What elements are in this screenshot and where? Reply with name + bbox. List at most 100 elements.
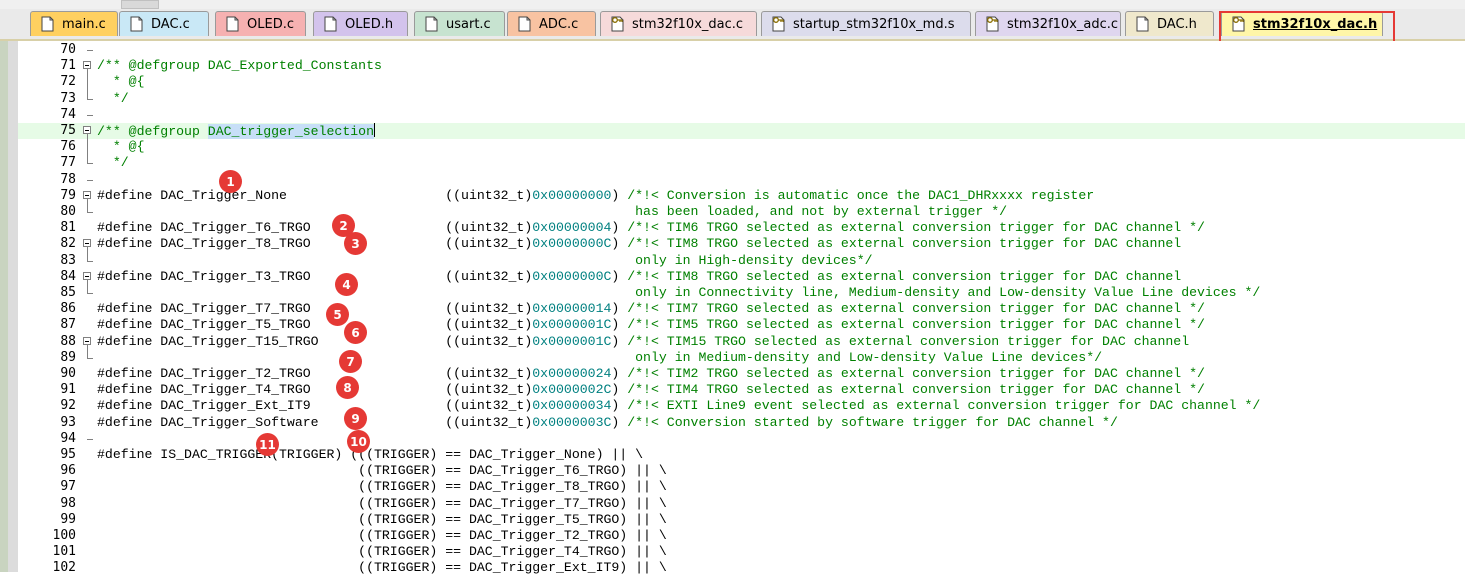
fold-collapse-icon[interactable] <box>83 126 91 134</box>
tab-dac-h[interactable]: DAC.h <box>1125 11 1214 36</box>
file-icon <box>425 16 438 32</box>
key-file-icon <box>986 16 999 32</box>
code-line[interactable]: 97 ((TRIGGER) == DAC_Trigger_T8_TRGO) ||… <box>18 479 1465 495</box>
tab-stm32f10x-adc-c[interactable]: stm32f10x_adc.c <box>975 11 1121 36</box>
code-text: #define DAC_Trigger_None ((uint32_t)0x00… <box>97 187 1095 203</box>
code-line[interactable]: 89 only in Medium-density and Low-densit… <box>18 350 1465 366</box>
file-icon <box>226 16 239 32</box>
code-line[interactable]: 87 #define DAC_Trigger_T5_TRGO ((uint32_t… <box>18 317 1465 333</box>
code-text: ((TRIGGER) == DAC_Trigger_T5_TRGO) || \ <box>97 511 667 527</box>
annotation-marker-3: 3 <box>344 232 367 255</box>
code-text: ((TRIGGER) == DAC_Trigger_T6_TRGO) || \ <box>97 463 667 479</box>
code-text: ((TRIGGER) == DAC_Trigger_T2_TRGO) || \ <box>97 528 667 543</box>
tab-dac-c[interactable]: DAC.c <box>119 11 209 36</box>
line-number: 98 <box>60 495 76 511</box>
code-text: #define DAC_Trigger_T5_TRGO ((uint32_t)0… <box>97 317 1205 333</box>
fold-collapse-icon[interactable] <box>83 61 91 70</box>
line-number: 99 <box>60 511 76 527</box>
code-line[interactable]: 76 * @{ <box>18 139 1465 155</box>
scrollbar-stub[interactable] <box>121 0 159 9</box>
tab-stm32f10x-dac-c[interactable]: stm32f10x_dac.c <box>600 11 757 36</box>
code-text: * @{ <box>97 139 145 155</box>
fold-collapse-icon[interactable] <box>83 336 91 345</box>
code-line[interactable]: 84 #define DAC_Trigger_T3_TRGO ((uint32_t… <box>18 269 1465 285</box>
fold-collapse-icon[interactable] <box>83 271 91 280</box>
code-line[interactable]: 102 ((TRIGGER) == DAC_Trigger_Ext_IT9) |… <box>18 560 1465 576</box>
code-line[interactable]: 93 #define DAC_Trigger_Software ((uint32_… <box>18 415 1465 431</box>
code-line[interactable]: 74 <box>18 107 1465 123</box>
line-number: 72 <box>60 74 76 90</box>
annotation-marker-1: 1 <box>219 170 242 193</box>
code-line[interactable]: 70 <box>18 42 1465 58</box>
line-number: 82 <box>60 236 76 252</box>
line-number: 90 <box>60 366 76 381</box>
tab-label: main.c <box>62 16 106 32</box>
code-editor[interactable]: 70 71/** @defgroup DAC_Exported_Constants… <box>0 41 1465 575</box>
tab-label: startup_stm32f10x_md.s <box>793 16 955 32</box>
line-number: 75 <box>60 123 76 138</box>
code-line[interactable]: 83 only in High-density devices*/ <box>18 253 1465 269</box>
code-text: has been loaded, and not by external tri… <box>97 204 1008 219</box>
line-number: 100 <box>52 528 76 543</box>
code-line[interactable]: 71 /** @defgroup DAC_Exported_Constants <box>18 58 1465 74</box>
code-text: #define DAC_Trigger_T4_TRGO ((uint32_t)0… <box>97 382 1205 398</box>
tab-startup-stm32f10x-md-s[interactable]: startup_stm32f10x_md.s <box>761 11 971 36</box>
code-line[interactable]: 80 has been loaded, and not by external … <box>18 204 1465 220</box>
code-line[interactable]: 82 #define DAC_Trigger_T8_TRGO ((uint32_t… <box>18 236 1465 252</box>
code-line[interactable]: 73 */ <box>18 91 1465 107</box>
code-line[interactable]: 98 ((TRIGGER) == DAC_Trigger_T7_TRGO) ||… <box>18 496 1465 512</box>
code-text: #define DAC_Trigger_Software ((uint32_t)… <box>97 414 1118 430</box>
fold-collapse-icon[interactable] <box>83 190 91 199</box>
file-tab-bar: main.c DAC.c OLED.c OLED.h usart.c ADC.c stm32… <box>0 9 1465 41</box>
code-line[interactable]: 101 ((TRIGGER) == DAC_Trigger_T4_TRGO) |… <box>18 544 1465 560</box>
code-line[interactable]: 81 #define DAC_Trigger_T6_TRGO ((uint32_t… <box>18 220 1465 236</box>
code-text: #define DAC_Trigger_T15_TRGO ((uint32_t)… <box>97 333 1190 349</box>
fold-collapse-icon[interactable] <box>83 239 91 248</box>
margin-tick <box>87 438 93 440</box>
code-line[interactable]: 88 #define DAC_Trigger_T15_TRGO ((uint32_… <box>18 334 1465 350</box>
tab-stm32f10x-dac-h[interactable]: stm32f10x_dac.h <box>1221 11 1383 36</box>
line-number: 92 <box>60 398 76 414</box>
code-line[interactable]: 92 #define DAC_Trigger_Ext_IT9 ((uint32_t… <box>18 398 1465 414</box>
code-text: #define DAC_Trigger_Ext_IT9 ((uint32_t)0… <box>97 398 1261 414</box>
fold-end-tick <box>87 163 93 165</box>
code-text: */ <box>97 90 129 106</box>
tab-oled-c[interactable]: OLED.c <box>215 11 306 36</box>
line-number: 95 <box>60 447 76 462</box>
code-line[interactable]: 96 ((TRIGGER) == DAC_Trigger_T6_TRGO) ||… <box>18 463 1465 479</box>
code-text: ((TRIGGER) == DAC_Trigger_T8_TRGO) || \ <box>97 479 667 495</box>
code-line[interactable]: 75 /** @defgroup DAC_trigger_selection <box>18 123 1465 140</box>
line-number: 86 <box>60 301 76 317</box>
line-number: 74 <box>60 106 76 122</box>
annotation-marker-5: 5 <box>326 303 349 326</box>
tab-label: DAC.c <box>151 16 190 32</box>
line-number: 87 <box>60 317 76 333</box>
code-line[interactable]: 99 ((TRIGGER) == DAC_Trigger_T5_TRGO) ||… <box>18 512 1465 528</box>
code-text: ((TRIGGER) == DAC_Trigger_T4_TRGO) || \ <box>97 544 667 560</box>
line-number: 76 <box>60 139 76 155</box>
fold-guide-line <box>87 134 88 164</box>
code-line[interactable]: 90 #define DAC_Trigger_T2_TRGO ((uint32_t… <box>18 366 1465 382</box>
line-number: 78 <box>60 171 76 187</box>
fold-guide-line <box>87 69 88 99</box>
tab-adc-c[interactable]: ADC.c <box>507 11 596 36</box>
fold-end-tick <box>87 260 93 262</box>
line-number: 96 <box>60 463 76 479</box>
tab-oled-h[interactable]: OLED.h <box>313 11 408 36</box>
code-line[interactable]: 95 #define IS_DAC_TRIGGER(TRIGGER) (((TRI… <box>18 447 1465 463</box>
code-line[interactable]: 86 #define DAC_Trigger_T7_TRGO ((uint32_t… <box>18 301 1465 317</box>
annotation-marker-4: 4 <box>335 273 358 296</box>
code-line[interactable]: 72 * @{ <box>18 74 1465 90</box>
code-line[interactable]: 100 ((TRIGGER) == DAC_Trigger_T2_TRGO) |… <box>18 528 1465 544</box>
tab-main-c[interactable]: main.c <box>30 11 118 36</box>
editor-left-border <box>0 41 8 572</box>
code-line[interactable]: 91 #define DAC_Trigger_T4_TRGO ((uint32_t… <box>18 382 1465 398</box>
selected-text: DAC_trigger_selection <box>207 124 374 139</box>
code-line[interactable]: 77 */ <box>18 155 1465 171</box>
code-text: #define DAC_Trigger_T6_TRGO ((uint32_t)0… <box>97 220 1205 236</box>
code-line[interactable]: 94 <box>18 431 1465 447</box>
tab-usart-c[interactable]: usart.c <box>414 11 505 36</box>
fold-guide-line <box>87 198 88 212</box>
line-number: 97 <box>60 479 76 495</box>
code-line[interactable]: 85 only in Connectivity line, Medium-den… <box>18 285 1465 301</box>
